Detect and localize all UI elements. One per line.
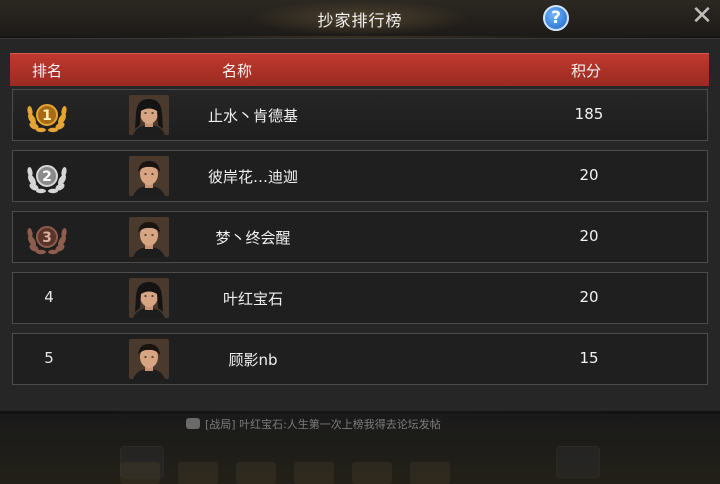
title-bar: 抄家排行榜 ? ✕ xyxy=(0,0,720,36)
svg-text:3: 3 xyxy=(42,230,52,246)
silver-medal-icon: 2 xyxy=(23,156,71,196)
leaderboard-row[interactable]: 1 止水丶肯德基 185 xyxy=(12,89,708,141)
player-score: 185 xyxy=(574,105,604,123)
gold-medal-icon: 1 xyxy=(23,95,71,135)
help-icon[interactable]: ? xyxy=(543,5,569,31)
chat-message: [战局] 叶红宝石:人生第一次上榜我得去论坛发帖 xyxy=(186,416,441,432)
leaderboard-row[interactable]: 2 彼岸花…迪迦 20 xyxy=(12,150,708,202)
player-name: 彼岸花…迪迦 xyxy=(207,168,298,186)
rank-number: 4 xyxy=(44,288,54,306)
hud-button-right xyxy=(556,446,600,478)
header-score: 积分 xyxy=(571,62,602,80)
player-score: 20 xyxy=(579,227,599,245)
table-header: 排名 名称 积分 xyxy=(10,53,709,86)
svg-text:2: 2 xyxy=(42,169,52,185)
header-rank: 排名 xyxy=(32,62,63,80)
leaderboard-row[interactable]: 4 叶红宝石 20 xyxy=(12,272,708,324)
player-name: 梦丶终会醒 xyxy=(215,229,291,247)
chat-text: [战局] 叶红宝石:人生第一次上榜我得去论坛发帖 xyxy=(205,418,441,431)
leaderboard-row[interactable]: 5 顾影nb 15 xyxy=(12,333,708,385)
rank-number: 5 xyxy=(44,349,54,367)
close-icon[interactable]: ✕ xyxy=(690,3,714,29)
window-title: 抄家排行榜 xyxy=(317,11,403,30)
player-name: 顾影nb xyxy=(228,351,278,369)
svg-text:1: 1 xyxy=(42,108,52,124)
header-name: 名称 xyxy=(222,62,253,80)
chat-bubble-icon xyxy=(186,418,200,429)
bronze-medal-icon: 3 xyxy=(23,217,71,257)
player-score: 20 xyxy=(579,288,599,306)
player-score: 20 xyxy=(579,166,599,184)
leaderboard-row[interactable]: 3 梦丶终会醒 20 xyxy=(12,211,708,263)
player-score: 15 xyxy=(579,349,599,367)
player-name: 止水丶肯德基 xyxy=(207,107,298,125)
player-name: 叶红宝石 xyxy=(222,290,283,308)
hud-skill-bar xyxy=(120,462,600,484)
